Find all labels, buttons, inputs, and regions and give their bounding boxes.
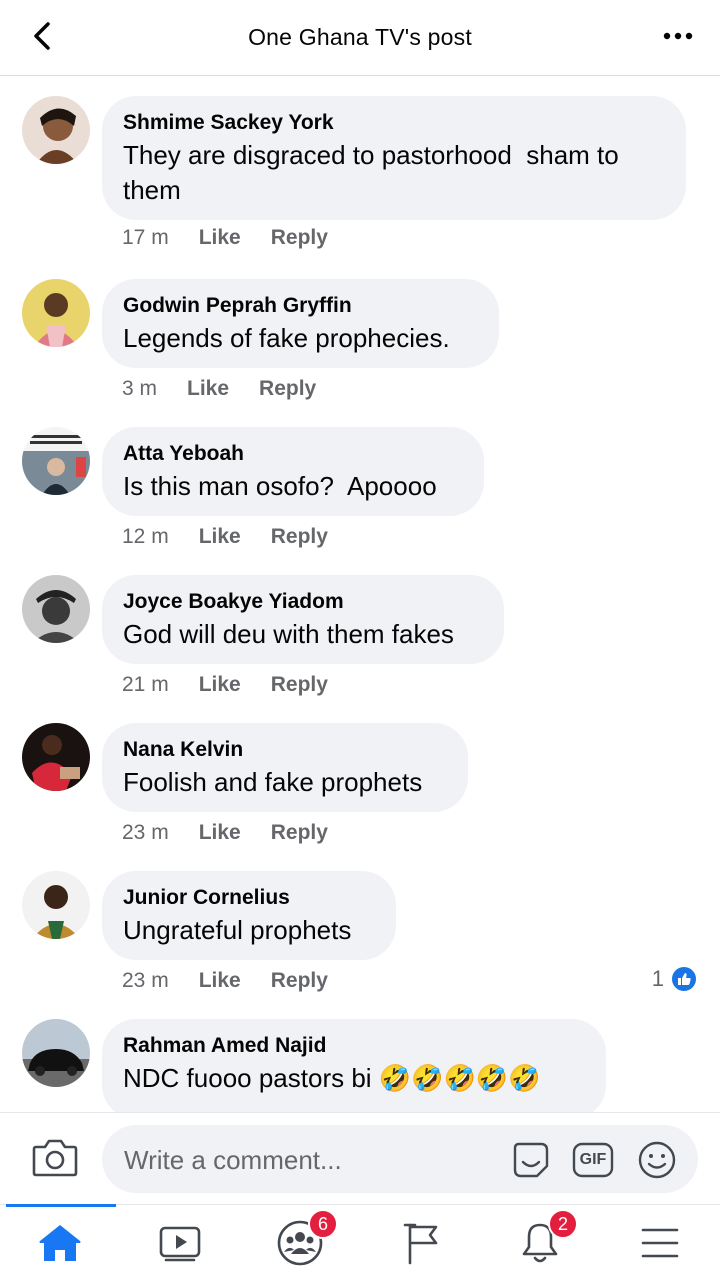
comment-meta: 21 m Like Reply <box>122 673 358 697</box>
home-icon <box>39 1225 81 1261</box>
comment-list: Shmime Sackey York They are disgraced to… <box>0 76 720 1112</box>
like-button[interactable]: Like <box>199 525 241 549</box>
comment-time[interactable]: 23 m <box>122 969 169 993</box>
thumbs-up-icon <box>670 965 698 993</box>
comment-author[interactable]: Godwin Peprah Gryffin <box>123 293 478 319</box>
avatar[interactable] <box>22 279 90 347</box>
avatar[interactable] <box>22 871 90 939</box>
comment-text: NDC fuooo pastors bi 🤣🤣🤣🤣🤣 <box>123 1063 541 1093</box>
reaction-count: 1 <box>651 966 664 991</box>
hamburger-menu-icon <box>641 1228 679 1258</box>
emoji-button[interactable] <box>636 1139 678 1181</box>
comment-composer: Write a comment... GIF <box>0 1112 720 1204</box>
comment: Rahman Amed Najid NDC fuooo pastors bi 🤣… <box>0 1019 720 1112</box>
nav-menu[interactable] <box>636 1219 684 1267</box>
comment-placeholder: Write a comment... <box>124 1145 342 1175</box>
comment-meta: 12 m Like Reply <box>122 525 358 549</box>
flag-icon <box>403 1223 438 1265</box>
reply-button[interactable]: Reply <box>259 377 316 401</box>
comment-bubble[interactable]: Godwin Peprah Gryffin Legends of fake pr… <box>102 279 499 368</box>
comment-meta: 23 m Like Reply <box>122 969 358 993</box>
nav-groups[interactable]: 6 <box>276 1209 338 1267</box>
comment-author[interactable]: Shmime Sackey York <box>123 110 665 136</box>
comment-time[interactable]: 12 m <box>122 525 169 549</box>
comment-bubble[interactable]: Junior Cornelius Ungrateful prophets <box>102 871 396 960</box>
avatar[interactable] <box>22 427 90 495</box>
like-button[interactable]: Like <box>199 673 241 697</box>
comment: Godwin Peprah Gryffin Legends of fake pr… <box>0 279 720 401</box>
comment: Junior Cornelius Ungrateful prophets 23 … <box>0 871 720 993</box>
more-options-button[interactable] <box>662 22 694 50</box>
comment-meta: 17 m Like Reply <box>122 226 358 250</box>
nav-notifications[interactable]: 2 <box>516 1209 578 1267</box>
comment-bubble[interactable]: Joyce Boakye Yiadom God will deu with th… <box>102 575 504 664</box>
comment-author[interactable]: Joyce Boakye Yiadom <box>123 589 483 615</box>
top-bar: One Ghana TV's post <box>0 0 720 76</box>
camera-button[interactable] <box>32 1137 80 1181</box>
comment-text: Ungrateful prophets <box>123 915 352 945</box>
reply-button[interactable]: Reply <box>271 821 328 845</box>
comment-text: God will deu with them fakes <box>123 619 454 649</box>
comment-bubble[interactable]: Nana Kelvin Foolish and fake prophets <box>102 723 468 812</box>
comment: Nana Kelvin Foolish and fake prophets 23… <box>0 723 720 845</box>
avatar[interactable] <box>22 723 90 791</box>
comment-time[interactable]: 3 m <box>122 377 157 401</box>
avatar[interactable] <box>22 1019 90 1087</box>
nav-pages[interactable] <box>398 1219 446 1267</box>
video-icon <box>159 1226 201 1262</box>
avatar[interactable] <box>22 575 90 643</box>
comment-author[interactable]: Rahman Amed Najid <box>123 1033 585 1059</box>
like-button[interactable]: Like <box>199 969 241 993</box>
comment-text: They are disgraced to pastorhood sham to… <box>123 140 619 205</box>
comment-author[interactable]: Nana Kelvin <box>123 737 447 763</box>
chevron-left-icon <box>34 22 50 50</box>
comment-author[interactable]: Atta Yeboah <box>123 441 463 467</box>
like-button[interactable]: Like <box>199 226 241 250</box>
avatar[interactable] <box>22 96 90 164</box>
comment-text: Foolish and fake prophets <box>123 767 423 797</box>
comment-text: Is this man osofo? Apoooo <box>123 471 437 501</box>
gif-button[interactable]: GIF <box>572 1139 614 1181</box>
reply-button[interactable]: Reply <box>271 969 328 993</box>
smiley-icon <box>638 1141 676 1179</box>
page-title: One Ghana TV's post <box>248 24 472 50</box>
sticker-icon <box>513 1142 549 1178</box>
camera-icon <box>32 1139 78 1177</box>
back-button[interactable] <box>26 20 58 52</box>
bottom-nav: 6 2 <box>0 1204 720 1280</box>
nav-watch[interactable] <box>156 1219 204 1267</box>
like-button[interactable]: Like <box>187 377 229 401</box>
comment: Joyce Boakye Yiadom God will deu with th… <box>0 575 720 697</box>
like-button[interactable]: Like <box>199 821 241 845</box>
reply-button[interactable]: Reply <box>271 673 328 697</box>
sticker-button[interactable] <box>510 1139 552 1181</box>
comment: Shmime Sackey York They are disgraced to… <box>0 96 720 256</box>
comment-input[interactable]: Write a comment... GIF <box>102 1125 698 1193</box>
comment-meta: 3 m Like Reply <box>122 377 346 401</box>
comment-bubble[interactable]: Rahman Amed Najid NDC fuooo pastors bi 🤣… <box>102 1019 606 1112</box>
comment-time[interactable]: 17 m <box>122 226 169 250</box>
nav-home[interactable] <box>36 1219 84 1267</box>
comment: Atta Yeboah Is this man osofo? Apoooo 12… <box>0 427 720 549</box>
notifications-badge: 2 <box>548 1209 578 1239</box>
reply-button[interactable]: Reply <box>271 226 328 250</box>
comment-bubble[interactable]: Shmime Sackey York They are disgraced to… <box>102 96 686 220</box>
active-tab-indicator <box>6 1204 116 1207</box>
reaction-summary[interactable]: 1 <box>652 965 698 993</box>
gif-label: GIF <box>579 1151 607 1168</box>
groups-badge: 6 <box>308 1209 338 1239</box>
comment-bubble[interactable]: Atta Yeboah Is this man osofo? Apoooo <box>102 427 484 516</box>
comment-text: Legends of fake prophecies. <box>123 323 450 353</box>
ellipsis-icon <box>663 32 693 40</box>
reply-button[interactable]: Reply <box>271 525 328 549</box>
comment-time[interactable]: 23 m <box>122 821 169 845</box>
comment-time[interactable]: 21 m <box>122 673 169 697</box>
comment-author[interactable]: Junior Cornelius <box>123 885 375 911</box>
comment-meta: 23 m Like Reply <box>122 821 358 845</box>
